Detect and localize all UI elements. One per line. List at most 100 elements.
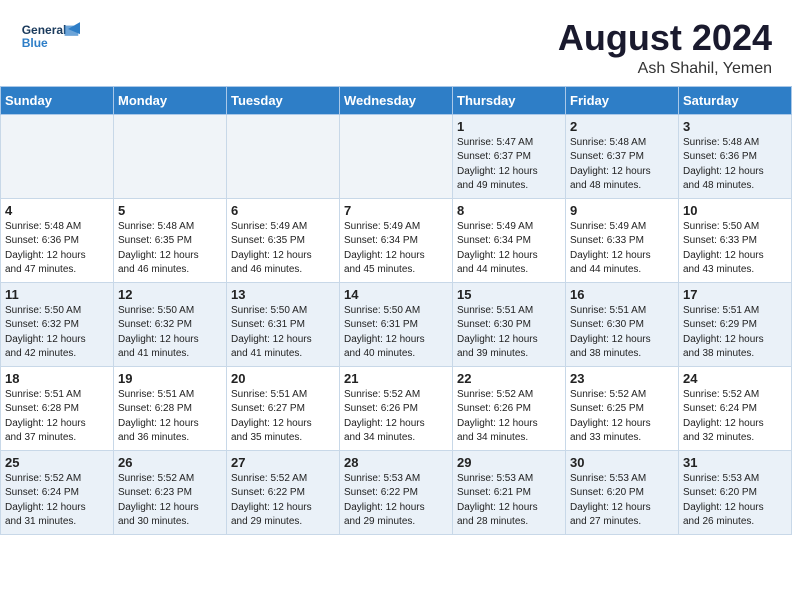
- calendar-cell: 13 Sunrise: 5:50 AM Sunset: 6:31 PM Dayli…: [227, 282, 340, 366]
- day-detail: Sunrise: 5:51 AM Sunset: 6:30 PM Dayligh…: [570, 304, 674, 362]
- day-detail: Sunrise: 5:50 AM Sunset: 6:32 PM Dayligh…: [118, 304, 222, 362]
- calendar-cell: [340, 114, 453, 198]
- day-detail: Sunrise: 5:49 AM Sunset: 6:35 PM Dayligh…: [231, 220, 335, 278]
- day-number: 10: [683, 203, 787, 218]
- calendar-cell: 10 Sunrise: 5:50 AM Sunset: 6:33 PM Dayli…: [679, 198, 792, 282]
- weekday-header-sunday: Sunday: [1, 86, 114, 114]
- day-number: 9: [570, 203, 674, 218]
- day-detail: Sunrise: 5:51 AM Sunset: 6:30 PM Dayligh…: [457, 304, 561, 362]
- day-detail: Sunrise: 5:48 AM Sunset: 6:35 PM Dayligh…: [118, 220, 222, 278]
- calendar-cell: 19 Sunrise: 5:51 AM Sunset: 6:28 PM Dayli…: [114, 366, 227, 450]
- day-number: 31: [683, 455, 787, 470]
- day-detail: Sunrise: 5:49 AM Sunset: 6:34 PM Dayligh…: [457, 220, 561, 278]
- weekday-header-wednesday: Wednesday: [340, 86, 453, 114]
- day-detail: Sunrise: 5:48 AM Sunset: 6:36 PM Dayligh…: [5, 220, 109, 278]
- calendar-cell: 5 Sunrise: 5:48 AM Sunset: 6:35 PM Daylig…: [114, 198, 227, 282]
- calendar-cell: 22 Sunrise: 5:52 AM Sunset: 6:26 PM Dayli…: [453, 366, 566, 450]
- calendar-week-2: 4 Sunrise: 5:48 AM Sunset: 6:36 PM Daylig…: [1, 198, 792, 282]
- day-detail: Sunrise: 5:51 AM Sunset: 6:28 PM Dayligh…: [118, 388, 222, 446]
- day-detail: Sunrise: 5:53 AM Sunset: 6:21 PM Dayligh…: [457, 472, 561, 530]
- calendar-cell: 6 Sunrise: 5:49 AM Sunset: 6:35 PM Daylig…: [227, 198, 340, 282]
- day-detail: Sunrise: 5:52 AM Sunset: 6:26 PM Dayligh…: [457, 388, 561, 446]
- calendar-cell: 29 Sunrise: 5:53 AM Sunset: 6:21 PM Dayli…: [453, 450, 566, 534]
- weekday-header-thursday: Thursday: [453, 86, 566, 114]
- calendar-cell: [114, 114, 227, 198]
- calendar-table: SundayMondayTuesdayWednesdayThursdayFrid…: [0, 86, 792, 535]
- calendar-cell: 31Sunrise: 5:53 AM Sunset: 6:20 PM Dayli…: [679, 450, 792, 534]
- calendar-week-5: 25 Sunrise: 5:52 AM Sunset: 6:24 PM Dayli…: [1, 450, 792, 534]
- day-detail: Sunrise: 5:52 AM Sunset: 6:26 PM Dayligh…: [344, 388, 448, 446]
- calendar-cell: [227, 114, 340, 198]
- calendar-cell: 8 Sunrise: 5:49 AM Sunset: 6:34 PM Daylig…: [453, 198, 566, 282]
- calendar-week-3: 11Sunrise: 5:50 AM Sunset: 6:32 PM Dayli…: [1, 282, 792, 366]
- day-number: 22: [457, 371, 561, 386]
- day-number: 25: [5, 455, 109, 470]
- calendar-cell: 25 Sunrise: 5:52 AM Sunset: 6:24 PM Dayli…: [1, 450, 114, 534]
- day-number: 23: [570, 371, 674, 386]
- day-detail: Sunrise: 5:49 AM Sunset: 6:34 PM Dayligh…: [344, 220, 448, 278]
- day-detail: Sunrise: 5:48 AM Sunset: 6:37 PM Dayligh…: [570, 136, 674, 194]
- month-title: August 2024: [558, 18, 772, 58]
- day-number: 19: [118, 371, 222, 386]
- calendar-cell: 16 Sunrise: 5:51 AM Sunset: 6:30 PM Dayli…: [566, 282, 679, 366]
- day-detail: Sunrise: 5:51 AM Sunset: 6:29 PM Dayligh…: [683, 304, 787, 362]
- weekday-header-row: SundayMondayTuesdayWednesdayThursdayFrid…: [1, 86, 792, 114]
- day-number: 24: [683, 371, 787, 386]
- day-detail: Sunrise: 5:48 AM Sunset: 6:36 PM Dayligh…: [683, 136, 787, 194]
- calendar-cell: 17 Sunrise: 5:51 AM Sunset: 6:29 PM Dayli…: [679, 282, 792, 366]
- calendar-cell: 20 Sunrise: 5:51 AM Sunset: 6:27 PM Dayli…: [227, 366, 340, 450]
- day-detail: Sunrise: 5:53 AM Sunset: 6:20 PM Dayligh…: [570, 472, 674, 530]
- day-detail: Sunrise: 5:52 AM Sunset: 6:22 PM Dayligh…: [231, 472, 335, 530]
- svg-text:Blue: Blue: [22, 36, 48, 50]
- weekday-header-saturday: Saturday: [679, 86, 792, 114]
- day-detail: Sunrise: 5:53 AM Sunset: 6:22 PM Dayligh…: [344, 472, 448, 530]
- weekday-header-monday: Monday: [114, 86, 227, 114]
- day-number: 16: [570, 287, 674, 302]
- day-number: 18: [5, 371, 109, 386]
- day-number: 3: [683, 119, 787, 134]
- calendar-cell: 11Sunrise: 5:50 AM Sunset: 6:32 PM Dayli…: [1, 282, 114, 366]
- calendar-cell: 14Sunrise: 5:50 AM Sunset: 6:31 PM Dayli…: [340, 282, 453, 366]
- calendar-week-4: 18 Sunrise: 5:51 AM Sunset: 6:28 PM Dayli…: [1, 366, 792, 450]
- calendar-cell: 9 Sunrise: 5:49 AM Sunset: 6:33 PM Daylig…: [566, 198, 679, 282]
- calendar-cell: 2 Sunrise: 5:48 AM Sunset: 6:37 PM Daylig…: [566, 114, 679, 198]
- svg-text:General: General: [22, 23, 67, 37]
- calendar-cell: 3 Sunrise: 5:48 AM Sunset: 6:36 PM Daylig…: [679, 114, 792, 198]
- day-number: 13: [231, 287, 335, 302]
- day-number: 2: [570, 119, 674, 134]
- day-detail: Sunrise: 5:51 AM Sunset: 6:27 PM Dayligh…: [231, 388, 335, 446]
- calendar-cell: [1, 114, 114, 198]
- day-detail: Sunrise: 5:50 AM Sunset: 6:33 PM Dayligh…: [683, 220, 787, 278]
- day-number: 20: [231, 371, 335, 386]
- page-header: General Blue August 2024 Ash Shahil, Yem…: [0, 0, 792, 86]
- calendar-cell: 4 Sunrise: 5:48 AM Sunset: 6:36 PM Daylig…: [1, 198, 114, 282]
- day-number: 28: [344, 455, 448, 470]
- day-number: 7: [344, 203, 448, 218]
- day-number: 5: [118, 203, 222, 218]
- calendar-cell: 24 Sunrise: 5:52 AM Sunset: 6:24 PM Dayli…: [679, 366, 792, 450]
- day-number: 6: [231, 203, 335, 218]
- day-number: 1: [457, 119, 561, 134]
- day-detail: Sunrise: 5:47 AM Sunset: 6:37 PM Dayligh…: [457, 136, 561, 194]
- location-title: Ash Shahil, Yemen: [558, 60, 772, 78]
- calendar-cell: 23 Sunrise: 5:52 AM Sunset: 6:25 PM Dayli…: [566, 366, 679, 450]
- day-number: 4: [5, 203, 109, 218]
- day-number: 26: [118, 455, 222, 470]
- day-number: 27: [231, 455, 335, 470]
- day-detail: Sunrise: 5:52 AM Sunset: 6:24 PM Dayligh…: [683, 388, 787, 446]
- calendar-cell: 18Sunrise: 5:51 AM Sunset: 6:28 PM Dayli…: [1, 366, 114, 450]
- calendar-cell: 7 Sunrise: 5:49 AM Sunset: 6:34 PM Daylig…: [340, 198, 453, 282]
- day-number: 29: [457, 455, 561, 470]
- calendar-cell: 27 Sunrise: 5:52 AM Sunset: 6:22 PM Dayli…: [227, 450, 340, 534]
- calendar-week-1: 1 Sunrise: 5:47 AM Sunset: 6:37 PM Daylig…: [1, 114, 792, 198]
- calendar-cell: 30Sunrise: 5:53 AM Sunset: 6:20 PM Dayli…: [566, 450, 679, 534]
- weekday-header-friday: Friday: [566, 86, 679, 114]
- calendar-cell: 15Sunrise: 5:51 AM Sunset: 6:30 PM Dayli…: [453, 282, 566, 366]
- day-detail: Sunrise: 5:50 AM Sunset: 6:31 PM Dayligh…: [231, 304, 335, 362]
- day-detail: Sunrise: 5:52 AM Sunset: 6:24 PM Dayligh…: [5, 472, 109, 530]
- calendar-cell: 26Sunrise: 5:52 AM Sunset: 6:23 PM Dayli…: [114, 450, 227, 534]
- day-detail: Sunrise: 5:52 AM Sunset: 6:25 PM Dayligh…: [570, 388, 674, 446]
- day-number: 8: [457, 203, 561, 218]
- day-detail: Sunrise: 5:49 AM Sunset: 6:33 PM Dayligh…: [570, 220, 674, 278]
- day-number: 17: [683, 287, 787, 302]
